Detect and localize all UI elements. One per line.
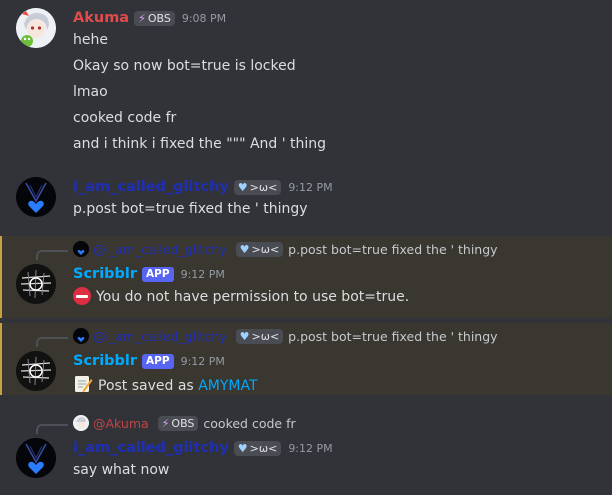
message-text: say what now [73, 462, 170, 478]
heart-icon: ♥ [239, 329, 250, 343]
no-entry-icon [73, 287, 91, 305]
bolt-icon: ⚡ [161, 416, 170, 430]
avatar-glitchy-mini [73, 328, 89, 344]
avatar-scribblr[interactable] [16, 264, 56, 304]
heart-icon: ♥ [237, 180, 248, 194]
timestamp: 9:12 PM [288, 441, 333, 455]
avatar-akuma[interactable] [16, 8, 56, 48]
server-tag[interactable]: ♥ >ω< [235, 241, 284, 257]
timestamp: 9:12 PM [288, 180, 333, 194]
avatar-glitchy-mini [73, 241, 89, 257]
message-line: cooked code fr [73, 110, 177, 126]
reply-content: cooked code fr [203, 415, 296, 431]
reply-preview[interactable]: @Akuma ⚡ OBS cooked code fr [73, 414, 296, 432]
reply-spine [36, 250, 68, 260]
timestamp: 9:08 PM [181, 11, 227, 25]
author-name[interactable]: Scribblr [73, 266, 137, 282]
avatar-akuma-mini [73, 415, 89, 431]
reply-content: p.post bot=true fixed the ' thingy [288, 328, 498, 344]
post-link[interactable]: AMYMAT [198, 378, 257, 394]
avatar-scribblr[interactable] [16, 351, 56, 391]
reply-author[interactable]: @i_am_called_glitchy [93, 329, 227, 344]
reply-preview[interactable]: @i_am_called_glitchy ♥ >ω< p.post bot=tru… [73, 240, 498, 258]
author-name[interactable]: Scribblr [73, 353, 137, 369]
heart-icon: ♥ [237, 441, 248, 455]
message-text: Post saved as [98, 378, 194, 394]
message-scribblr-denied: @i_am_called_glitchy ♥ >ω< p.post bot=tru… [0, 236, 612, 318]
heart-icon: ♥ [239, 242, 250, 256]
message-text-row: Post saved as AMYMAT [73, 374, 258, 399]
message-line: lmao [73, 84, 108, 100]
message-glitchy-reply: @Akuma ⚡ OBS cooked code fr i_am_called_g… [0, 410, 612, 490]
memo-icon [73, 374, 93, 399]
app-badge: APP [142, 353, 174, 369]
message-line: and i think i fixed the """ And ' thing [73, 136, 327, 152]
bolt-icon: ⚡ [138, 11, 146, 25]
author-name[interactable]: Akuma [73, 10, 129, 26]
app-badge: APP [142, 266, 174, 282]
timestamp: 9:12 PM [180, 267, 225, 281]
message-scribblr-saved: @i_am_called_glitchy ♥ >ω< p.post bot=tru… [0, 323, 612, 395]
reply-author[interactable]: @Akuma [93, 416, 149, 431]
reply-author[interactable]: @i_am_called_glitchy [93, 242, 227, 257]
message-text: p.post bot=true fixed the ' thingy [73, 201, 308, 217]
avatar-glitchy[interactable] [16, 438, 56, 478]
message-glitchy: i_am_called_glitchy ♥ >ω< 9:12 PM p.post … [0, 172, 612, 230]
server-tag[interactable]: ♥ >ω< [233, 179, 282, 195]
server-tag[interactable]: ⚡ OBS [157, 415, 199, 431]
avatar-glitchy[interactable] [16, 177, 56, 217]
message-line: hehe [73, 32, 108, 48]
server-tag[interactable]: ♥ >ω< [233, 440, 282, 456]
reply-spine [36, 337, 68, 347]
message-text: You do not have permission to use bot=tr… [96, 289, 410, 305]
message-line: Okay so now bot=true is locked [73, 58, 296, 74]
reply-preview[interactable]: @i_am_called_glitchy ♥ >ω< p.post bot=tru… [73, 327, 498, 345]
reply-spine [36, 424, 68, 434]
timestamp: 9:12 PM [180, 354, 225, 368]
server-tag[interactable]: ⚡ OBS [134, 10, 175, 26]
server-tag[interactable]: ♥ >ω< [235, 328, 284, 344]
author-name[interactable]: i_am_called_glitchy [73, 440, 229, 456]
author-name[interactable]: i_am_called_glitchy [73, 179, 229, 195]
message-akuma: Akuma ⚡ OBS 9:08 PM hehe Okay so now bot=… [0, 0, 612, 160]
message-text-row: You do not have permission to use bot=tr… [73, 287, 409, 306]
reply-content: p.post bot=true fixed the ' thingy [288, 241, 498, 257]
